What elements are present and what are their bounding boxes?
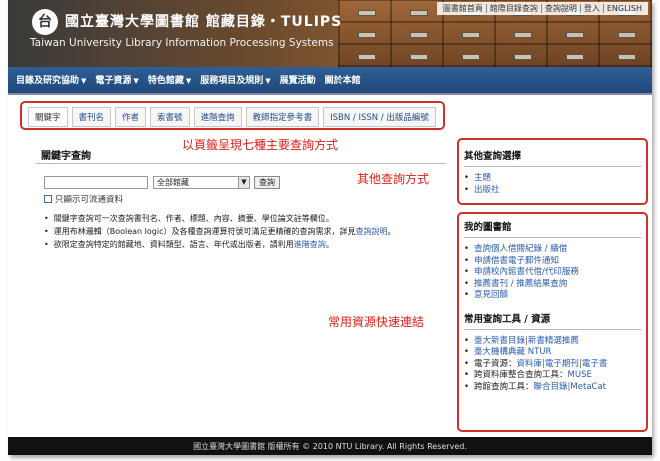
divider (36, 163, 446, 164)
checkbox-label: 只顯示可流通資料 (55, 195, 124, 205)
tool-link[interactable]: 聯合目錄 (534, 382, 568, 392)
site-title-zh[interactable]: 國立臺灣大學圖書館 館藏目錄・TULIPS (65, 11, 342, 31)
top-link-union-catalog[interactable]: 館際目錄查詢 (486, 4, 542, 13)
page-title: 關鍵字查詢 (41, 151, 91, 162)
tool-link[interactable]: 資料庫 (517, 359, 543, 369)
library-logo[interactable]: 台 (32, 9, 58, 35)
chevron-down-icon: ▼ (185, 77, 192, 85)
list-item: 推薦書刊 / 推薦結果查詢 (464, 279, 641, 291)
callout-quick-links: 常用資源快速連結 (328, 315, 425, 329)
publisher-link[interactable]: 出版社 (474, 185, 500, 195)
tab-isbn-issn[interactable]: ISBN / ISSN / 出版品編號 (323, 107, 436, 127)
chevron-down-icon: ▼ (81, 77, 87, 85)
tool-link[interactable]: 電子期刊 (545, 359, 579, 369)
my-library-title: 我的圖書館 (464, 222, 512, 233)
top-links: 圖書館首頁 館際目錄查詢 查詢說明 登入 ENGLISH (436, 2, 648, 15)
note-item: 運用布林邏輯（Boolean logic）及各種查詢運算符號可滿足更精確的查詢需… (44, 225, 396, 238)
list-item: 申請借書電子郵件通知 (464, 256, 641, 268)
tool-link[interactable]: MetaCat (570, 382, 606, 392)
my-library-link[interactable]: 推薦書刊 / 推薦結果查詢 (474, 279, 567, 289)
note-item: 欲限定查詢特定的館藏地、資料類型、語言、年代或出版者，請利用進階查詢。 (44, 238, 395, 251)
tool-link[interactable]: 電子書 (582, 359, 608, 369)
tool-link[interactable]: 新書精選推薦 (528, 336, 579, 346)
search-button[interactable]: 查詢 (254, 176, 280, 189)
chevron-down-icon: ▼ (265, 77, 271, 85)
list-item: 臺大機構典藏 NTUR (464, 347, 641, 359)
list-item: 查詢個人借閱紀錄 / 續借 (464, 244, 641, 256)
divider (464, 166, 641, 167)
search-notes: 關鍵字查詢可一次查詢書刊名、作者、標題、內容、摘要、學位論文註等欄位。 運用布林… (44, 212, 396, 251)
nav-item-e-resources[interactable]: 電子資源 ▼ (95, 67, 147, 95)
divider (464, 328, 641, 330)
help-link[interactable]: 查詢說明 (355, 227, 387, 236)
advanced-search-link[interactable]: 進階查詢 (294, 240, 326, 249)
top-link-home[interactable]: 圖書館首頁 (439, 4, 487, 13)
tab-call-number[interactable]: 索書號 (150, 107, 190, 127)
tab-title[interactable]: 書刊名 (71, 107, 112, 127)
search-tabs: 關鍵字 書刊名 作者 索書號 進階查詢 教師指定參考書 ISBN / ISSN … (28, 107, 440, 127)
list-item: 跨資料庫整合查詢工具：MUSE (464, 370, 641, 382)
tool-link[interactable]: 臺大機構典藏 NTUR (474, 347, 551, 357)
library-select[interactable]: 全部館藏 ▼ (153, 176, 250, 189)
list-item: 主題 (464, 173, 641, 185)
list-item: 申請校內館書代借/代印服務 (464, 267, 641, 279)
checkbox[interactable] (44, 195, 52, 203)
my-library-link[interactable]: 申請校內館書代借/代印服務 (474, 267, 579, 277)
main-nav: 目錄及研究協助 ▼ 電子資源 ▼ 特色館藏 ▼ 服務項目及規則 ▼ 展覽活動 關於本館 (8, 67, 652, 95)
subject-link[interactable]: 主題 (474, 173, 491, 183)
list-item: 臺大新書目錄|新書精選推薦 (464, 336, 641, 348)
other-search-title: 其他查詢選擇 (464, 151, 522, 162)
top-link-help[interactable]: 查詢說明 (541, 4, 581, 13)
page-frame: 台 國立臺灣大學圖書館 館藏目錄・TULIPS Taiwan Universit… (8, 0, 652, 455)
list-item: 意見回饋 (464, 290, 641, 302)
site-title-en: Taiwan University Library Information Pr… (30, 37, 334, 49)
tab-course-reserves[interactable]: 教師指定參考書 (245, 107, 320, 127)
list-item: 電子資源：資料庫|電子期刊|電子書 (464, 359, 641, 371)
chevron-down-icon: ▼ (133, 77, 139, 85)
nav-item-research[interactable]: 目錄及研究協助 ▼ (16, 67, 95, 95)
tool-link[interactable]: MUSE (568, 370, 592, 380)
nav-item-services[interactable]: 服務項目及規則 ▼ (200, 67, 279, 95)
callout-other-search: 其他查詢方式 (357, 172, 430, 186)
nav-item-exhibitions[interactable]: 展覽活動 (280, 67, 325, 95)
chevron-down-icon: ▼ (238, 177, 249, 188)
top-link-login[interactable]: 登入 (580, 4, 604, 13)
tools-title: 常用查詢工具 / 資源 (464, 313, 551, 325)
tools-section: 常用查詢工具 / 資源 臺大新書目錄|新書精選推薦 臺大機構典藏 NTUR 電子… (464, 311, 641, 394)
quick-links-box: 我的圖書館 查詢個人借閱紀錄 / 續借 申請借書電子郵件通知 申請校內館書代借/… (457, 212, 648, 432)
footer: 國立臺灣大學圖書館 版權所有 © 2010 NTU Library. All R… (8, 437, 652, 455)
my-library-link[interactable]: 意見回饋 (474, 290, 508, 300)
note-item: 關鍵字查詢可一次查詢書刊名、作者、標題、內容、摘要、學位論文註等欄位。 (44, 212, 395, 225)
divider (464, 237, 641, 238)
my-library-link[interactable]: 查詢個人借閱紀錄 / 續借 (474, 244, 567, 254)
tool-link[interactable]: 臺大新書目錄 (474, 336, 525, 346)
header-banner: 台 國立臺灣大學圖書館 館藏目錄・TULIPS Taiwan Universit… (8, 0, 652, 67)
my-library-link[interactable]: 申請借書電子郵件通知 (474, 256, 559, 266)
nav-item-special-collections[interactable]: 特色館藏 ▼ (148, 67, 200, 95)
callout-tabs: 以頁籤呈現七種主要查詢方式 (182, 138, 339, 152)
keyword-input[interactable] (44, 176, 148, 189)
tab-author[interactable]: 作者 (115, 107, 147, 127)
top-link-english[interactable]: ENGLISH (604, 4, 645, 13)
other-search-box: 其他查詢選擇 主題 出版社 (457, 138, 648, 205)
available-only-checkbox-row[interactable]: 只顯示可流通資料 (44, 193, 123, 205)
list-item: 跨館查詢工具：聯合目錄|MetaCat (464, 382, 641, 394)
tab-advanced[interactable]: 進階查詢 (193, 107, 242, 127)
list-item: 出版社 (464, 185, 641, 197)
tab-keyword[interactable]: 關鍵字 (28, 107, 68, 127)
nav-item-about[interactable]: 關於本館 (325, 67, 370, 95)
